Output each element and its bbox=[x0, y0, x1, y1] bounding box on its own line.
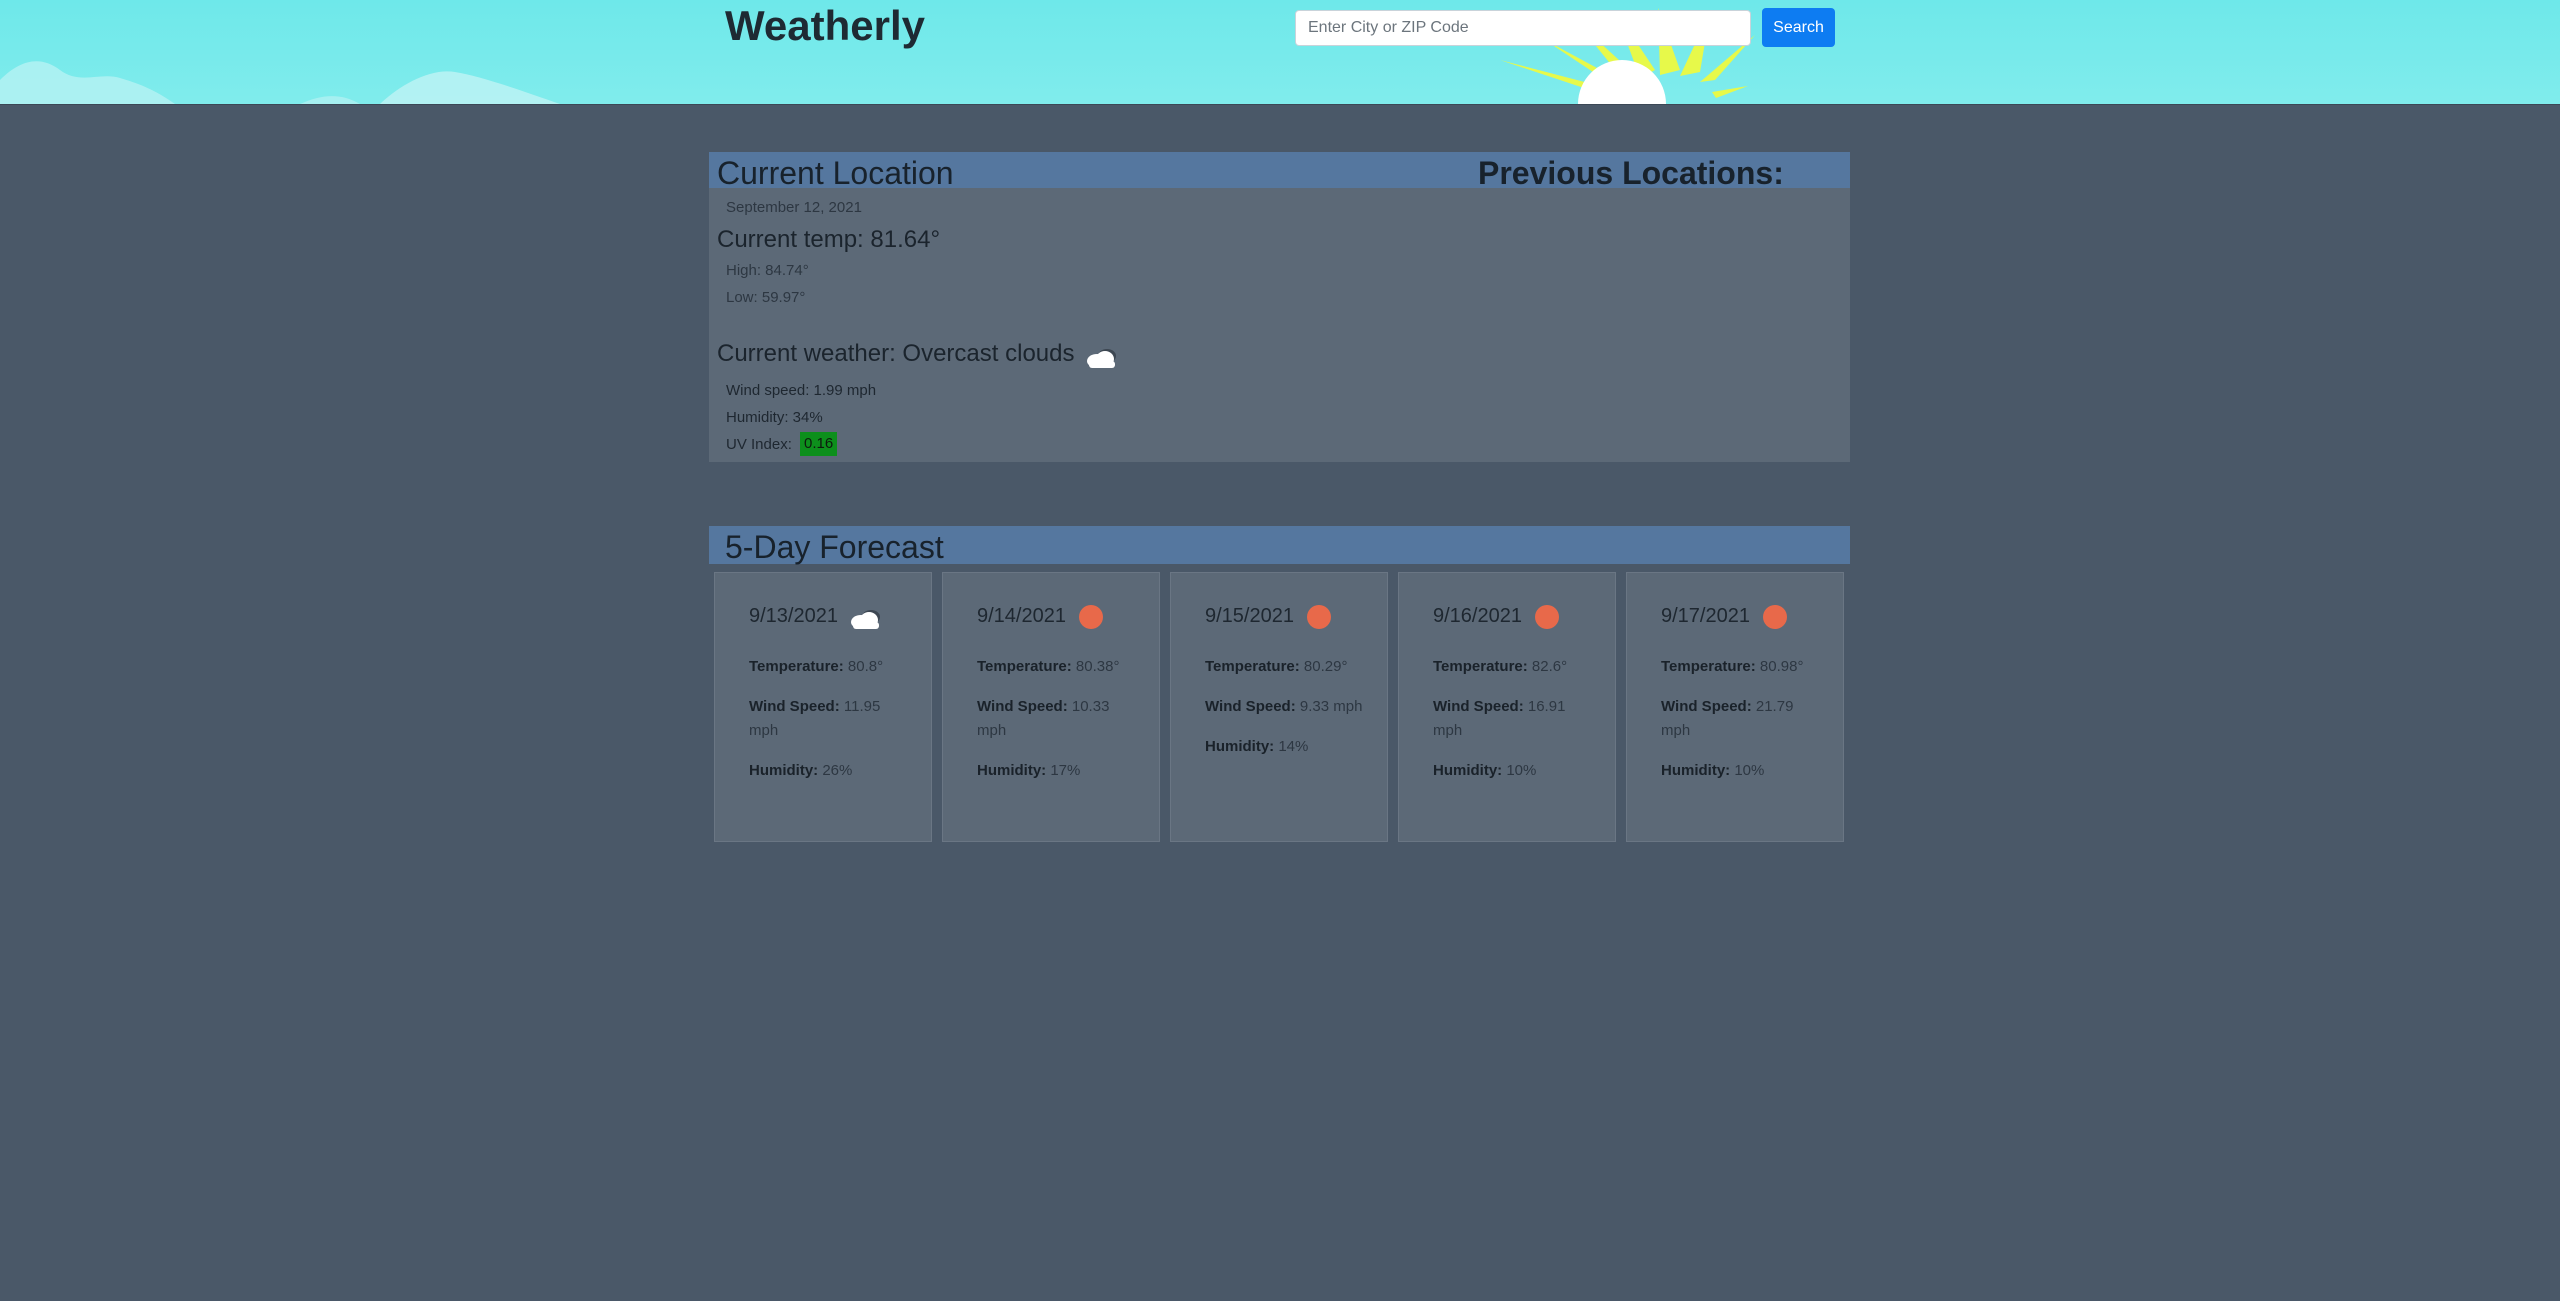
current-weather-panel: Current Location Previous Locations: Sep… bbox=[709, 152, 1850, 462]
forecast-date: 9/16/2021 bbox=[1433, 605, 1522, 627]
sun-icon bbox=[1763, 605, 1787, 629]
forecast-date: 9/13/2021 bbox=[749, 605, 838, 627]
current-low: Low: 59.97° bbox=[726, 289, 806, 306]
header-background-art bbox=[0, 8, 1755, 104]
app-title: Weatherly bbox=[725, 2, 925, 49]
forecast-temp: Temperature: 82.6° bbox=[1433, 658, 1568, 675]
forecast-temp: Temperature: 80.98° bbox=[1661, 658, 1804, 675]
current-weather-desc: Current weather: Overcast clouds bbox=[717, 340, 1075, 367]
forecast-card: 9/14/2021 Temperature: 80.38° Wind Speed… bbox=[942, 572, 1160, 842]
uv-index-label: UV Index: bbox=[726, 436, 792, 453]
current-humidity: Humidity: 34% bbox=[726, 409, 823, 426]
forecast-humidity: Humidity: 14% bbox=[1205, 738, 1309, 755]
forecast-date: 9/17/2021 bbox=[1661, 605, 1750, 627]
forecast-temp: Temperature: 80.38° bbox=[977, 658, 1120, 675]
current-wind: Wind speed: 1.99 mph bbox=[726, 382, 877, 399]
forecast-humidity: Humidity: 10% bbox=[1661, 762, 1765, 779]
forecast-card: 9/17/2021 Temperature: 80.98° Wind Speed… bbox=[1626, 572, 1844, 842]
forecast-humidity: Humidity: 26% bbox=[749, 762, 853, 779]
uv-index-badge: 0.16 bbox=[800, 432, 838, 456]
forecast-wind: Wind Speed: 11.95 mph bbox=[749, 698, 881, 739]
forecast-card: 9/15/2021 Temperature: 80.29° Wind Speed… bbox=[1170, 572, 1388, 842]
current-temp: Current temp: 81.64° bbox=[717, 226, 941, 253]
forecast-humidity: Humidity: 17% bbox=[977, 762, 1081, 779]
sun-icon bbox=[1307, 605, 1331, 629]
forecast-temp: Temperature: 80.29° bbox=[1205, 658, 1348, 675]
current-high: High: 84.74° bbox=[726, 262, 809, 279]
previous-locations-heading: Previous Locations: bbox=[1478, 155, 1784, 191]
forecast-wind: Wind Speed: 10.33 mph bbox=[977, 698, 1110, 739]
forecast-wind: Wind Speed: 21.79 mph bbox=[1661, 698, 1794, 739]
search-button[interactable]: Search bbox=[1762, 8, 1835, 47]
forecast-card: 9/16/2021 Temperature: 82.6° Wind Speed:… bbox=[1398, 572, 1616, 842]
forecast-header-bar: 5-Day Forecast bbox=[709, 526, 1850, 565]
forecast-temp: Temperature: 80.8° bbox=[749, 658, 884, 675]
current-header-bar: Current Location Previous Locations: bbox=[709, 152, 1850, 191]
search-input[interactable] bbox=[1295, 10, 1751, 46]
forecast-date: 9/14/2021 bbox=[977, 605, 1066, 627]
forecast-wind: Wind Speed: 9.33 mph bbox=[1205, 698, 1363, 715]
header: Weatherly Search bbox=[0, 0, 2560, 105]
sun-icon bbox=[1535, 605, 1559, 629]
cloud-icon bbox=[1087, 349, 1116, 368]
forecast-wind: Wind Speed: 16.91 mph bbox=[1433, 698, 1566, 739]
forecast-date: 9/15/2021 bbox=[1205, 605, 1294, 627]
forecast-humidity: Humidity: 10% bbox=[1433, 762, 1537, 779]
current-location-heading: Current Location bbox=[717, 155, 954, 191]
forecast-card: 9/13/2021 Temperature: 80.8° Wind Speed:… bbox=[714, 572, 932, 842]
cloud-icon bbox=[851, 610, 880, 629]
sun-icon bbox=[1079, 605, 1103, 629]
current-date: September 12, 2021 bbox=[726, 199, 862, 216]
forecast-heading: 5-Day Forecast bbox=[725, 529, 944, 565]
